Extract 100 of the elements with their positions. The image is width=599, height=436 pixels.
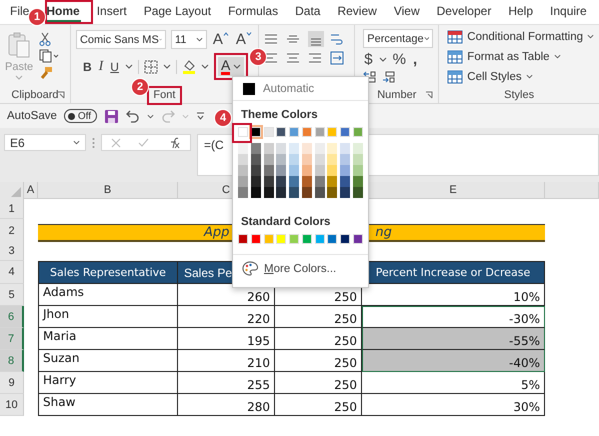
shrink-font-button[interactable]: A: [234, 31, 253, 48]
color-swatch[interactable]: [314, 154, 325, 165]
color-swatch[interactable]: [352, 234, 363, 244]
caret-icon[interactable]: [424, 36, 430, 41]
top-align-icon[interactable]: [264, 33, 278, 45]
ribbon-tab[interactable]: Data: [294, 2, 322, 22]
color-swatch[interactable]: [314, 165, 325, 176]
color-swatch[interactable]: [238, 127, 248, 137]
up-caret-icon[interactable]: [222, 32, 229, 36]
color-swatch[interactable]: [276, 154, 286, 165]
styles-menu-button[interactable]: Cell Styles: [447, 68, 594, 85]
color-swatch[interactable]: [276, 143, 286, 154]
color-swatch[interactable]: [264, 187, 274, 198]
color-swatch[interactable]: [250, 143, 261, 154]
autosave-toggle[interactable]: Off: [64, 109, 98, 123]
number-format-field[interactable]: Percentage: [363, 29, 434, 48]
italic-button[interactable]: I: [98, 58, 104, 74]
customize-icon[interactable]: [196, 112, 206, 120]
merge-icon[interactable]: [330, 51, 344, 65]
dialog-launcher-icon[interactable]: [56, 91, 65, 99]
color-swatch[interactable]: [340, 165, 350, 176]
automatic-color-item[interactable]: Automatic: [233, 77, 368, 101]
color-swatch[interactable]: [327, 176, 338, 187]
styles-menu-button[interactable]: Format as Table: [447, 48, 594, 65]
copy-icon[interactable]: [39, 49, 60, 63]
caret-icon[interactable]: [162, 64, 171, 69]
color-swatch[interactable]: [276, 127, 286, 137]
color-swatch[interactable]: [238, 187, 248, 198]
table-icon[interactable]: [447, 70, 464, 84]
color-swatch[interactable]: [276, 187, 286, 198]
color-swatch[interactable]: [302, 143, 312, 154]
comma-button[interactable]: ,: [412, 51, 418, 68]
ribbon-tab[interactable]: Page Layout: [142, 2, 212, 22]
row-header[interactable]: 7: [0, 328, 24, 350]
drag-handle-icon[interactable]: [92, 137, 95, 149]
grow-font-button[interactable]: A: [212, 31, 230, 48]
row-header[interactable]: 5: [0, 284, 24, 306]
color-swatch[interactable]: [340, 154, 350, 165]
font-name-field[interactable]: Comic Sans MS: [76, 30, 166, 49]
color-swatch[interactable]: [340, 127, 350, 137]
color-swatch[interactable]: [352, 143, 363, 154]
row-header[interactable]: 4: [0, 261, 24, 284]
more-colors-item[interactable]: More Colors...: [233, 254, 368, 276]
color-swatch[interactable]: [352, 165, 363, 176]
bottom-align-icon[interactable]: [308, 31, 324, 47]
color-swatch[interactable]: [250, 176, 261, 187]
ribbon-tab[interactable]: Review: [336, 2, 378, 22]
row-header[interactable]: 9: [0, 372, 24, 394]
color-swatch[interactable]: [250, 165, 261, 176]
color-swatch[interactable]: [302, 165, 312, 176]
color-swatch[interactable]: [327, 143, 338, 154]
color-swatch[interactable]: [340, 234, 350, 244]
row-header[interactable]: 10: [0, 394, 24, 416]
color-swatch[interactable]: [302, 187, 312, 198]
color-swatch[interactable]: [327, 165, 338, 176]
caret-icon[interactable]: [124, 64, 133, 69]
borders-icon[interactable]: [144, 60, 158, 74]
color-swatch[interactable]: [264, 165, 274, 176]
column-header[interactable]: A: [24, 182, 38, 199]
color-swatch[interactable]: [340, 187, 350, 198]
align-left-icon[interactable]: [264, 52, 278, 64]
color-swatch[interactable]: [289, 154, 300, 165]
color-swatch[interactable]: [314, 127, 325, 137]
color-swatch[interactable]: [289, 234, 300, 244]
caret-icon[interactable]: [73, 140, 80, 145]
color-swatch[interactable]: [352, 127, 363, 137]
center-icon[interactable]: [286, 52, 300, 64]
row-header[interactable]: 3: [0, 241, 24, 261]
color-swatch[interactable]: [264, 234, 274, 244]
color-swatch[interactable]: [289, 176, 300, 187]
bold-button[interactable]: B: [82, 58, 93, 74]
fill-bucket-icon[interactable]: [182, 59, 196, 74]
color-swatch[interactable]: [276, 165, 286, 176]
color-swatch[interactable]: [327, 154, 338, 165]
color-swatch[interactable]: [302, 127, 312, 137]
palette-icon[interactable]: [242, 261, 258, 276]
ribbon-tab[interactable]: Insert: [96, 2, 128, 22]
table-icon[interactable]: [447, 50, 464, 64]
color-swatch[interactable]: [289, 165, 300, 176]
color-swatch[interactable]: [340, 143, 350, 154]
percent-button[interactable]: %: [392, 51, 407, 68]
color-swatch[interactable]: [314, 176, 325, 187]
color-swatch[interactable]: [340, 176, 350, 187]
color-swatch[interactable]: [289, 143, 300, 154]
save-icon[interactable]: [104, 108, 120, 124]
color-swatch[interactable]: [276, 176, 286, 187]
color-swatch[interactable]: [314, 143, 325, 154]
color-swatch[interactable]: [314, 187, 325, 198]
caret-icon[interactable]: [233, 64, 242, 69]
color-swatch[interactable]: [314, 234, 325, 244]
wrap-text-icon[interactable]: [330, 32, 344, 46]
font-size-field[interactable]: 11: [170, 30, 207, 49]
ribbon-tab[interactable]: Help: [507, 2, 534, 22]
caret-icon[interactable]: [246, 32, 252, 36]
color-swatch[interactable]: [238, 165, 248, 176]
font-color-button[interactable]: A: [218, 57, 244, 76]
color-swatch[interactable]: [238, 154, 248, 165]
ribbon-tab[interactable]: View: [392, 2, 421, 22]
row-header[interactable]: 8: [0, 350, 24, 372]
row-header[interactable]: 1: [0, 199, 24, 219]
